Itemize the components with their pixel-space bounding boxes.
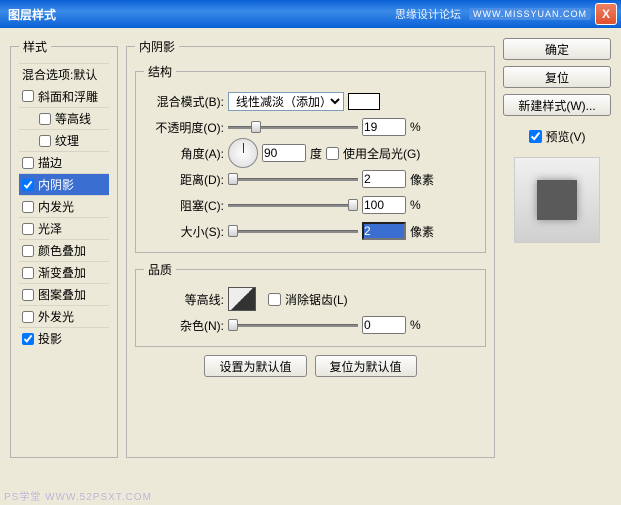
- contour-label: 等高线:: [144, 291, 224, 308]
- style-label: 外发光: [38, 308, 74, 325]
- style-item-8[interactable]: 渐变叠加: [19, 261, 109, 283]
- site-url: WWW.MISSYUAN.COM: [469, 8, 591, 20]
- style-checkbox[interactable]: [39, 135, 51, 147]
- preview-checkbox[interactable]: [529, 130, 542, 143]
- size-label: 大小(S):: [144, 223, 224, 240]
- style-label: 等高线: [55, 110, 91, 127]
- noise-slider[interactable]: [228, 318, 358, 332]
- blend-mode-label: 混合模式(B):: [144, 93, 224, 110]
- style-checkbox[interactable]: [22, 179, 34, 191]
- angle-label: 角度(A):: [144, 145, 224, 162]
- global-light-label: 使用全局光(G): [343, 145, 420, 162]
- global-light-checkbox[interactable]: [326, 147, 339, 160]
- spread-slider[interactable]: [228, 198, 358, 212]
- style-checkbox[interactable]: [39, 113, 51, 125]
- style-item-5[interactable]: 内发光: [19, 195, 109, 217]
- style-checkbox[interactable]: [22, 223, 34, 235]
- style-label: 描边: [38, 154, 62, 171]
- new-style-button[interactable]: 新建样式(W)...: [503, 94, 611, 116]
- style-checkbox[interactable]: [22, 333, 34, 345]
- style-label: 光泽: [38, 220, 62, 237]
- style-item-10[interactable]: 外发光: [19, 305, 109, 327]
- size-slider[interactable]: [228, 224, 358, 238]
- style-label: 内阴影: [38, 176, 74, 193]
- style-label: 斜面和浮雕: [38, 88, 98, 105]
- angle-dial[interactable]: [228, 138, 258, 168]
- style-label: 投影: [38, 330, 62, 347]
- style-checkbox[interactable]: [22, 245, 34, 257]
- style-item-4[interactable]: 内阴影: [19, 173, 109, 195]
- preview-thumbnail: [514, 157, 600, 243]
- distance-label: 距离(D):: [144, 171, 224, 188]
- style-label: 纹理: [55, 132, 79, 149]
- set-default-button[interactable]: 设置为默认值: [204, 355, 306, 377]
- noise-input[interactable]: [362, 316, 406, 334]
- noise-label: 杂色(N):: [144, 317, 224, 334]
- site-label: 思缘设计论坛: [395, 6, 461, 22]
- reset-button[interactable]: 复位: [503, 66, 611, 88]
- style-item-9[interactable]: 图案叠加: [19, 283, 109, 305]
- style-label: 颜色叠加: [38, 242, 86, 259]
- size-input[interactable]: [362, 222, 406, 240]
- quality-legend: 品质: [144, 261, 176, 278]
- close-icon: X: [602, 7, 610, 21]
- blend-mode-select[interactable]: 线性减淡（添加）: [228, 92, 344, 111]
- distance-slider[interactable]: [228, 172, 358, 186]
- style-item-2[interactable]: 纹理: [19, 129, 109, 151]
- opacity-input[interactable]: [362, 118, 406, 136]
- ok-button[interactable]: 确定: [503, 38, 611, 60]
- style-checkbox[interactable]: [22, 311, 34, 323]
- style-checkbox[interactable]: [22, 267, 34, 279]
- structure-group: 结构 混合模式(B): 线性减淡（添加） 不透明度(O): % 角度(A):: [135, 63, 486, 253]
- style-checkbox[interactable]: [22, 201, 34, 213]
- antialias-checkbox[interactable]: [268, 293, 281, 306]
- opacity-slider[interactable]: [228, 120, 358, 134]
- style-item-6[interactable]: 光泽: [19, 217, 109, 239]
- structure-legend: 结构: [144, 63, 176, 80]
- style-label: 图案叠加: [38, 286, 86, 303]
- styles-list: 样式 混合选项:默认 斜面和浮雕等高线纹理描边内阴影内发光光泽颜色叠加渐变叠加图…: [10, 38, 118, 458]
- style-item-0[interactable]: 斜面和浮雕: [19, 85, 109, 107]
- quality-group: 品质 等高线: 消除锯齿(L) 杂色(N): %: [135, 261, 486, 347]
- styles-legend: 样式: [19, 38, 51, 55]
- style-checkbox[interactable]: [22, 157, 34, 169]
- spread-label: 阻塞(C):: [144, 197, 224, 214]
- style-checkbox[interactable]: [22, 90, 34, 102]
- angle-input[interactable]: [262, 144, 306, 162]
- titlebar: 图层样式 思缘设计论坛 WWW.MISSYUAN.COM X: [0, 0, 621, 28]
- distance-input[interactable]: [362, 170, 406, 188]
- effect-legend: 内阴影: [135, 38, 179, 55]
- style-item-3[interactable]: 描边: [19, 151, 109, 173]
- preview-label: 预览(V): [546, 128, 586, 145]
- effect-panel: 内阴影 结构 混合模式(B): 线性减淡（添加） 不透明度(O): % 角度(A…: [126, 38, 495, 458]
- spread-input[interactable]: [362, 196, 406, 214]
- antialias-label: 消除锯齿(L): [285, 291, 348, 308]
- style-label: 内发光: [38, 198, 74, 215]
- style-item-7[interactable]: 颜色叠加: [19, 239, 109, 261]
- style-checkbox[interactable]: [22, 289, 34, 301]
- watermark: PS学堂 WWW.52PSXT.COM: [4, 488, 152, 503]
- style-label: 渐变叠加: [38, 264, 86, 281]
- opacity-label: 不透明度(O):: [144, 119, 224, 136]
- reset-default-button[interactable]: 复位为默认值: [315, 355, 417, 377]
- blend-options-row[interactable]: 混合选项:默认: [19, 63, 109, 85]
- blend-color-swatch[interactable]: [348, 93, 380, 110]
- contour-picker[interactable]: [228, 287, 256, 311]
- style-item-11[interactable]: 投影: [19, 327, 109, 349]
- style-item-1[interactable]: 等高线: [19, 107, 109, 129]
- window-title: 图层样式: [8, 6, 395, 23]
- close-button[interactable]: X: [595, 3, 617, 25]
